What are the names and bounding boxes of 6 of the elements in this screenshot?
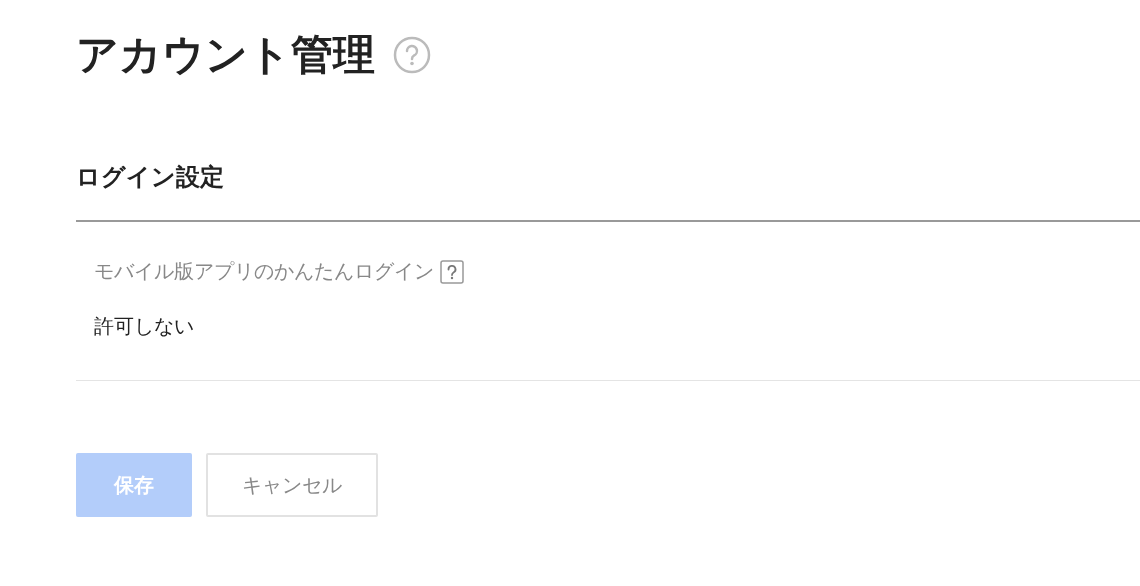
cancel-button[interactable]: キャンセル bbox=[206, 453, 378, 517]
field-value: 許可しない bbox=[94, 313, 195, 340]
section-heading: ログイン設定 bbox=[76, 162, 225, 193]
page-title: アカウント管理 bbox=[76, 29, 375, 81]
help-icon[interactable] bbox=[440, 259, 464, 284]
field-label: モバイル版アプリのかんたんログイン bbox=[94, 258, 434, 285]
